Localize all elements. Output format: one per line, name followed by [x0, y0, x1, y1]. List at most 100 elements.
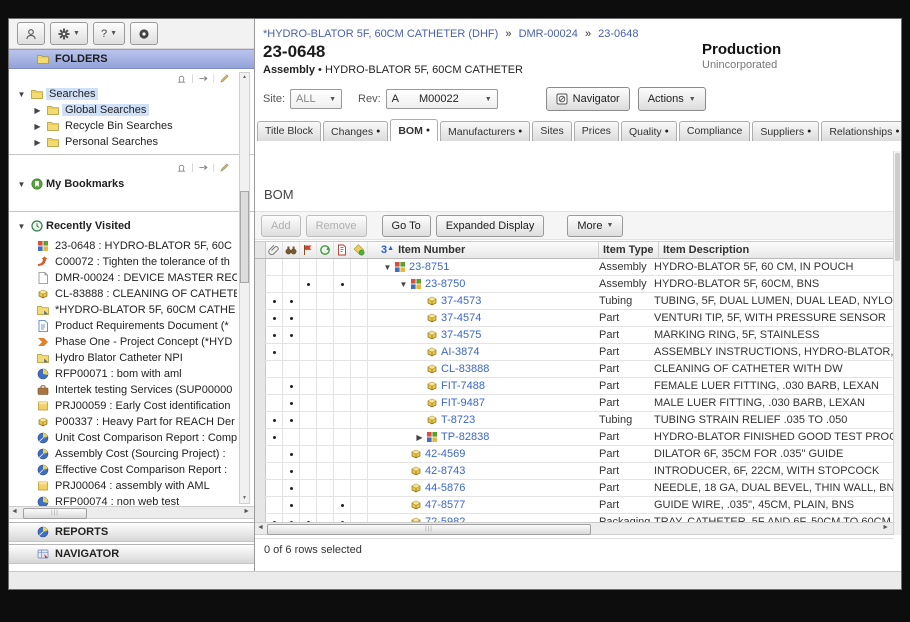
stamp-icon[interactable] [176, 162, 187, 173]
item-number-link[interactable]: 47-8577 [425, 499, 465, 511]
item-number-link[interactable]: T-8723 [441, 414, 475, 426]
bom-row[interactable]: AI-3874PartASSEMBLY INSTRUCTIONS, HYDRO-… [255, 344, 893, 361]
scrollbar-thumb[interactable]: ||| [267, 524, 591, 535]
my-bookmarks-item[interactable]: ▼ My Bookmarks [9, 175, 254, 193]
item-number-link[interactable]: FIT-9487 [441, 397, 485, 409]
tab-sites[interactable]: Sites [532, 121, 571, 141]
breadcrumb-link[interactable]: 23-0648 [598, 28, 638, 40]
folders-section-header[interactable]: FOLDERS [9, 49, 254, 69]
content-vertical-scrollbar[interactable] [893, 151, 901, 535]
expand-arrow-icon[interactable]: ▼ [397, 280, 410, 289]
bom-row[interactable]: ▼23-8751AssemblyHYDRO-BLATOR 5F, 60 CM, … [255, 259, 893, 276]
item-number-link[interactable]: 42-4569 [425, 448, 465, 460]
stamp-icon[interactable] [176, 73, 187, 84]
pencil-icon[interactable] [219, 73, 230, 84]
navigator-section-header[interactable]: NAVIGATOR [9, 544, 254, 564]
recent-item[interactable]: C00072 : Tighten the tolerance of th [9, 254, 237, 270]
target-button[interactable] [130, 22, 158, 45]
tag-column-header[interactable] [351, 242, 368, 258]
go-to-button[interactable]: Go To [382, 215, 431, 237]
recent-item[interactable]: RFP00074 : non web test [9, 494, 237, 506]
bom-row[interactable]: 44-5876PartNEEDLE, 18 GA, DUAL BEVEL, TH… [255, 480, 893, 497]
item-number-link[interactable]: CL-83888 [441, 363, 489, 375]
scroll-right-icon[interactable]: ► [882, 524, 889, 531]
remove-button[interactable]: Remove [306, 215, 367, 237]
tree-item[interactable]: ▶Global Searches [9, 102, 254, 118]
more-button[interactable]: More ▼ [567, 215, 623, 237]
recent-item[interactable]: DMR-00024 : DEVICE MASTER REC [9, 270, 237, 286]
tab-suppliers[interactable]: Suppliers● [752, 121, 819, 141]
item-number-link[interactable]: AI-3874 [441, 346, 480, 358]
scroll-left-icon[interactable]: ◄ [11, 508, 18, 515]
bom-row[interactable]: 42-4569PartDILATOR 6F, 35CM FOR .035" GU… [255, 446, 893, 463]
bom-row[interactable]: ▶TP-82838PartHYDRO-BLATOR FINISHED GOOD … [255, 429, 893, 446]
expanded-display-button[interactable]: Expanded Display [436, 215, 545, 237]
bom-row[interactable]: 37-4574PartVENTURI TIP, 5F, WITH PRESSUR… [255, 310, 893, 327]
expand-arrow-icon[interactable]: ▶ [31, 106, 44, 115]
bom-row[interactable]: 42-8743PartINTRODUCER, 6F, 22CM, WITH ST… [255, 463, 893, 480]
recent-item[interactable]: P00337 : Heavy Part for REACH Der [9, 414, 237, 430]
bom-row[interactable]: 47-8577PartGUIDE WIRE, .035", 45CM, PLAI… [255, 497, 893, 514]
tab-quality[interactable]: Quality● [621, 121, 677, 141]
scrollbar-thumb[interactable] [240, 191, 249, 283]
tree-item[interactable]: ▶Recycle Bin Searches [9, 118, 254, 134]
recently-visited-header[interactable]: ▼ Recently Visited [9, 217, 254, 235]
recent-item[interactable]: PRJ00064 : assembly with AML [9, 478, 237, 494]
tree-item[interactable]: ▶Personal Searches [9, 134, 254, 150]
tab-changes[interactable]: Changes● [323, 121, 388, 141]
pin-icon[interactable] [198, 162, 209, 173]
item-number-link[interactable]: FIT-7488 [441, 380, 485, 392]
recent-item[interactable]: PRJ00059 : Early Cost identification [9, 398, 237, 414]
recent-item[interactable]: Phase One - Project Concept (*HYD [9, 334, 237, 350]
item-number-link[interactable]: 44-5876 [425, 482, 465, 494]
scroll-left-icon[interactable]: ◄ [257, 524, 264, 531]
tree-vertical-scrollbar[interactable]: ▲ ▼ [239, 72, 250, 504]
item-type-column-header[interactable]: Item Type [598, 242, 658, 258]
recent-item[interactable]: Assembly Cost (Sourcing Project) : [9, 446, 237, 462]
tree-item[interactable]: ▼Searches [9, 86, 254, 102]
recent-item[interactable]: Product Requirements Document (* [9, 318, 237, 334]
markup-column-header[interactable] [300, 242, 317, 258]
expand-arrow-icon[interactable]: ▶ [31, 122, 44, 131]
bom-row[interactable]: 72-5982PackagingTRAY, CATHETER, 5F AND 6… [255, 514, 893, 522]
tab-title-block[interactable]: Title Block [257, 121, 321, 141]
tab-relationships[interactable]: Relationships● [821, 121, 901, 141]
settings-button[interactable]: ▼ [50, 22, 88, 45]
expand-arrow-icon[interactable]: ▼ [15, 90, 28, 99]
scroll-right-icon[interactable]: ► [243, 508, 250, 515]
sidebar-horizontal-scrollbar[interactable]: ◄ ||| ► [9, 506, 254, 519]
user-button[interactable] [17, 22, 45, 45]
tab-compliance[interactable]: Compliance [679, 121, 750, 141]
issue-column-header[interactable] [334, 242, 351, 258]
bom-row[interactable]: FIT-7488PartFEMALE LUER FITTING, .030 BA… [255, 378, 893, 395]
sourcing-column-header[interactable] [317, 242, 334, 258]
bom-row[interactable]: 37-4573TubingTUBING, 5F, DUAL LUMEN, DUA… [255, 293, 893, 310]
tab-manufacturers[interactable]: Manufacturers● [440, 121, 530, 141]
item-number-link[interactable]: 37-4573 [441, 295, 481, 307]
scrollbar-thumb[interactable] [895, 153, 900, 261]
item-number-link[interactable]: 23-8750 [425, 278, 465, 290]
item-number-link[interactable]: 42-8743 [425, 465, 465, 477]
recent-item[interactable]: *HYDRO-BLATOR 5F, 60CM CATHE [9, 302, 237, 318]
bom-row[interactable]: FIT-9487PartMALE LUER FITTING, .030 BARB… [255, 395, 893, 412]
breadcrumb-link[interactable]: DMR-00024 [519, 28, 578, 40]
expand-arrow-icon[interactable]: ▼ [15, 180, 28, 189]
reports-section-header[interactable]: REPORTS [9, 522, 254, 542]
recent-item[interactable]: 23-0648 : HYDRO-BLATOR 5F, 60C [9, 238, 237, 254]
recent-item[interactable]: Hydro Blator Catheter NPI [9, 350, 237, 366]
revision-select[interactable]: A M00022 ▼ [386, 89, 498, 109]
bom-row[interactable]: T-8723TubingTUBING STRAIN RELIEF .035 TO… [255, 412, 893, 429]
watch-column-header[interactable] [283, 242, 300, 258]
bom-row[interactable]: 37-4575PartMARKING RING, 5F, STAINLESS [255, 327, 893, 344]
help-button[interactable]: ?▼ [93, 22, 125, 45]
actions-button[interactable]: Actions ▼ [638, 87, 706, 111]
expand-arrow-icon[interactable]: ▼ [15, 222, 28, 231]
table-horizontal-scrollbar[interactable]: ◄ ||| ► [255, 522, 893, 535]
item-number-link[interactable]: 37-4575 [441, 329, 481, 341]
bom-row[interactable]: ▼23-8750AssemblyHYDRO-BLATOR 5F, 60CM, B… [255, 276, 893, 293]
scroll-up-icon[interactable]: ▲ [240, 73, 249, 82]
tab-prices[interactable]: Prices [574, 121, 619, 141]
navigator-button[interactable]: Navigator [546, 87, 630, 111]
expand-arrow-icon[interactable]: ▶ [31, 138, 44, 147]
recent-item[interactable]: CL-83888 : CLEANING OF CATHETE [9, 286, 237, 302]
